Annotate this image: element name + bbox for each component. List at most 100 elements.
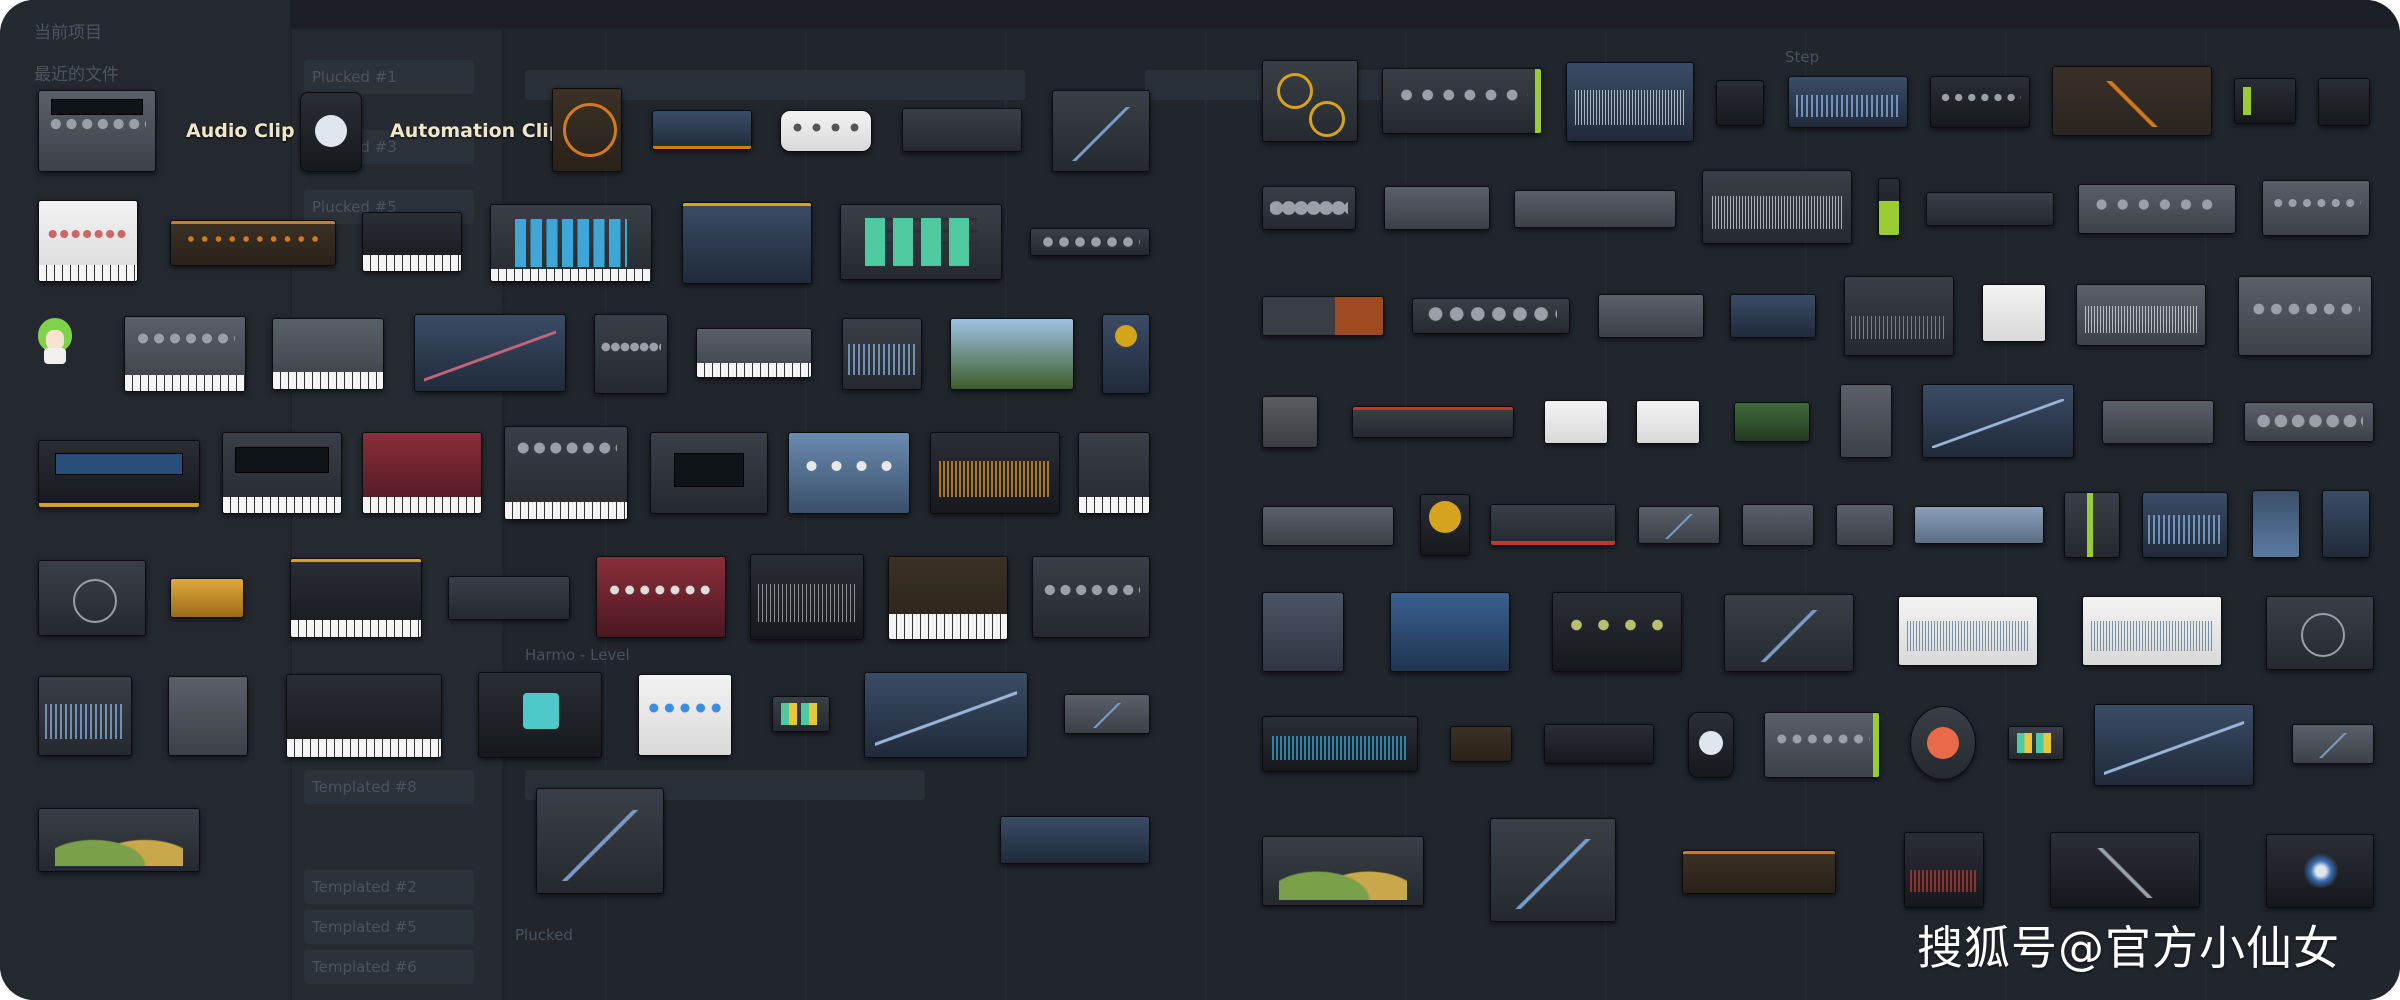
plugin-thumbnail[interactable]: [362, 212, 462, 272]
plugin-thumbnail[interactable]: [1840, 384, 1892, 458]
plugin-thumbnail[interactable]: [1930, 76, 2030, 128]
plugin-thumbnail[interactable]: [1910, 706, 1976, 780]
plugin-thumbnail[interactable]: [788, 432, 910, 514]
plugin-thumbnail[interactable]: [652, 110, 752, 150]
plugin-thumbnail[interactable]: [1788, 76, 1908, 128]
plugin-thumbnail[interactable]: [780, 110, 872, 152]
plugin-thumbnail[interactable]: [2052, 66, 2212, 136]
plugin-thumbnail[interactable]: [594, 314, 668, 394]
plugin-thumbnail[interactable]: [286, 674, 442, 758]
plugin-thumbnail[interactable]: [1914, 506, 2044, 544]
plugin-thumbnail[interactable]: [2262, 180, 2370, 236]
plugin-thumbnail[interactable]: [1052, 90, 1150, 172]
plugin-thumbnail[interactable]: [124, 316, 246, 392]
plugin-thumbnail[interactable]: [1716, 80, 1764, 126]
plugin-thumbnail[interactable]: [1922, 384, 2074, 458]
plugin-thumbnail[interactable]: [2078, 184, 2236, 234]
plugin-thumbnail[interactable]: [504, 426, 628, 520]
plugin-thumbnail[interactable]: [1064, 694, 1150, 734]
plugin-thumbnail[interactable]: [1904, 832, 1984, 908]
plugin-thumbnail[interactable]: [490, 204, 652, 282]
plugin-thumbnail[interactable]: [1262, 592, 1344, 672]
plugin-thumbnail[interactable]: [1262, 836, 1424, 906]
plugin-thumbnail[interactable]: [1450, 726, 1512, 762]
plugin-thumbnail[interactable]: [1262, 60, 1358, 142]
plugin-thumbnail[interactable]: [536, 788, 664, 894]
plugin-thumbnail[interactable]: [1262, 186, 1356, 230]
plugin-thumbnail[interactable]: [2064, 492, 2120, 558]
plugin-thumbnail[interactable]: [1552, 592, 1682, 672]
plugin-thumbnail[interactable]: [1420, 494, 1470, 556]
plugin-thumbnail[interactable]: [1724, 594, 1854, 672]
plugin-thumbnail[interactable]: [842, 318, 922, 390]
plugin-thumbnail[interactable]: [1682, 850, 1836, 894]
plugin-thumbnail[interactable]: [2318, 78, 2370, 126]
plugin-thumbnail[interactable]: [1898, 596, 2038, 666]
browser-item[interactable]: 当前项目: [34, 18, 102, 43]
plugin-thumbnail[interactable]: [38, 560, 146, 636]
plugin-thumbnail[interactable]: [950, 318, 1074, 390]
plugin-thumbnail[interactable]: [2252, 490, 2300, 558]
plugin-thumbnail[interactable]: [1032, 556, 1150, 638]
plugin-thumbnail[interactable]: [414, 314, 566, 392]
plugin-thumbnail[interactable]: [1764, 712, 1880, 778]
plugin-thumbnail[interactable]: [696, 328, 812, 378]
plugin-thumbnail[interactable]: [170, 578, 244, 618]
plugin-thumbnail[interactable]: [2094, 704, 2254, 786]
plugin-thumbnail[interactable]: [222, 432, 342, 514]
plugin-thumbnail[interactable]: [1412, 298, 1570, 334]
plugin-thumbnail[interactable]: [38, 200, 138, 282]
automation-clip-icon[interactable]: [300, 92, 362, 172]
plugin-thumbnail[interactable]: [2082, 596, 2222, 666]
plugin-thumbnail[interactable]: [1490, 504, 1616, 546]
channel-item[interactable]: Templated #6: [304, 950, 474, 984]
plugin-thumbnail[interactable]: [1390, 592, 1510, 672]
plugin-thumbnail[interactable]: [1734, 402, 1810, 442]
plugin-thumbnail[interactable]: [38, 440, 200, 508]
plugin-thumbnail[interactable]: [1926, 192, 2054, 226]
plugin-thumbnail[interactable]: [1262, 296, 1384, 336]
plugin-thumbnail[interactable]: [840, 204, 1002, 280]
plugin-thumbnail[interactable]: [1262, 396, 1318, 448]
plugin-thumbnail[interactable]: [290, 558, 422, 638]
plugin-thumbnail[interactable]: [1730, 294, 1816, 338]
plugin-thumbnail[interactable]: [1352, 406, 1514, 438]
plugin-thumbnail[interactable]: [1030, 228, 1150, 256]
plugin-thumbnail[interactable]: [2244, 402, 2374, 442]
browser-item[interactable]: 最近的文件: [34, 60, 119, 85]
plugin-thumbnail[interactable]: [1544, 724, 1654, 764]
plugin-thumbnail[interactable]: [2050, 832, 2200, 908]
plugin-thumbnail[interactable]: [362, 432, 482, 514]
plugin-thumbnail[interactable]: [1878, 178, 1900, 236]
plugin-thumbnail[interactable]: [170, 220, 336, 266]
plugin-thumbnail[interactable]: [2234, 78, 2296, 124]
plugin-thumbnail[interactable]: [1514, 190, 1676, 228]
plugin-thumbnail[interactable]: [1598, 294, 1704, 338]
plugin-thumbnail[interactable]: [2008, 726, 2064, 760]
plugin-thumbnail[interactable]: [2322, 490, 2370, 558]
plugin-thumbnail[interactable]: [448, 576, 570, 620]
plugin-thumbnail[interactable]: [1544, 400, 1608, 444]
plugin-thumbnail[interactable]: [2076, 284, 2206, 346]
plugin-thumbnail[interactable]: [2292, 724, 2374, 764]
plugin-thumbnail[interactable]: [1566, 62, 1694, 142]
plugin-thumbnail[interactable]: [38, 676, 132, 756]
plugin-thumbnail[interactable]: [2266, 834, 2374, 908]
plugin-thumbnail[interactable]: [930, 432, 1060, 514]
plugin-thumbnail[interactable]: [1384, 186, 1490, 230]
plugin-thumbnail[interactable]: [1102, 314, 1150, 394]
plugin-thumbnail[interactable]: [1638, 506, 1720, 544]
plugin-thumbnail[interactable]: [682, 202, 812, 284]
plugin-thumbnail[interactable]: [1262, 716, 1418, 772]
plugin-thumbnail[interactable]: [168, 676, 248, 756]
channel-item[interactable]: Templated #8: [304, 770, 474, 804]
plugin-thumbnail[interactable]: [1844, 276, 1954, 356]
plugin-thumbnail[interactable]: [1688, 712, 1734, 778]
plugin-thumbnail[interactable]: [1262, 506, 1394, 546]
plugin-thumbnail[interactable]: [1078, 432, 1150, 514]
plugin-thumbnail[interactable]: [38, 90, 156, 172]
plugin-thumbnail[interactable]: [1982, 284, 2046, 342]
channel-item[interactable]: Plucked #1: [304, 60, 474, 94]
plugin-thumbnail[interactable]: [1490, 818, 1616, 922]
plugin-thumbnail[interactable]: [750, 554, 864, 640]
